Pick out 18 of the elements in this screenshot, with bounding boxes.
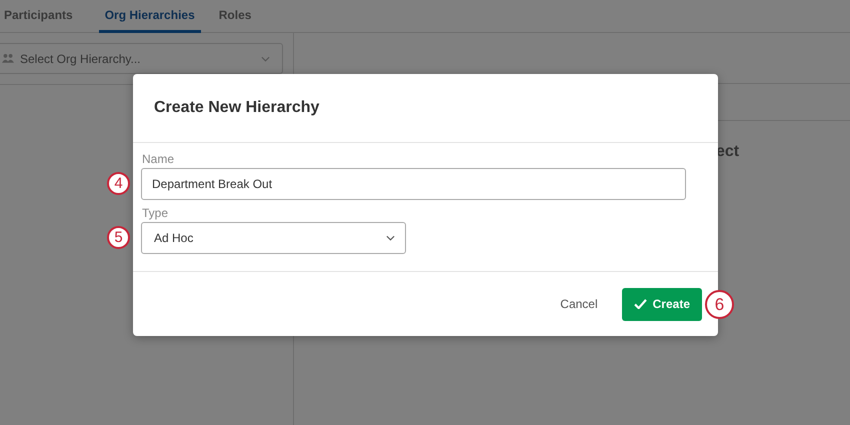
check-icon (634, 299, 647, 309)
tab[interactable]: Roles (218, 0, 266, 33)
people-icon (2, 53, 14, 64)
tab[interactable]: Participants (4, 0, 87, 33)
step-marker: 5 (107, 226, 130, 249)
field-label: Type (142, 206, 170, 220)
type-dropdown[interactable]: Ad Hoc (141, 222, 406, 254)
step-marker: 6 (705, 290, 734, 319)
create-button[interactable]: Create (622, 288, 702, 320)
org-hierarchy-dropdown[interactable]: Select Org Hierarchy... (0, 43, 283, 74)
chevron-icon (386, 235, 395, 241)
tab[interactable]: Org Hierarchies (98, 0, 201, 33)
field-label: Name (142, 152, 176, 166)
cancel-button[interactable]: Cancel (554, 296, 604, 312)
step-marker: 4 (107, 172, 130, 195)
dialog-title: Create New Hierarchy (154, 99, 320, 117)
chevron-icon (261, 56, 270, 62)
name-field[interactable]: Department Break Out (141, 168, 686, 200)
